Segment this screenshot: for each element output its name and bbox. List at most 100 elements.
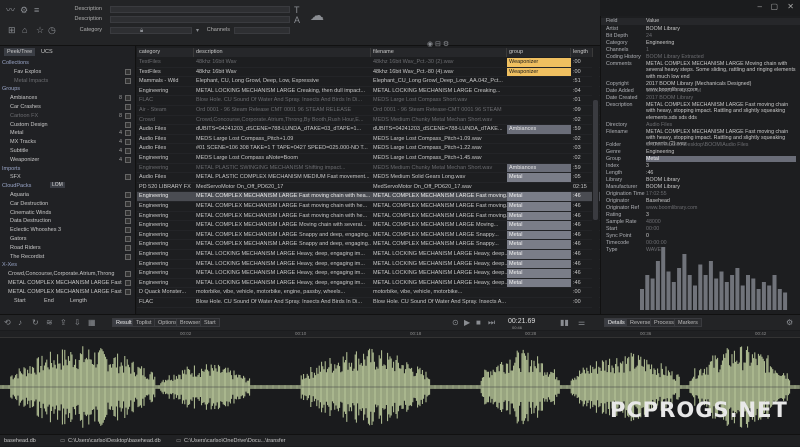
tree-item[interactable]: Car Destruction	[0, 200, 136, 208]
table-row[interactable]: Engineering METAL LOCKING MECHANISM LARGE…	[137, 278, 600, 289]
table-row[interactable]: Engineering METAL LOCKING MECHANISM LARGE…	[137, 250, 600, 260]
tree-item[interactable]: The Recordist	[0, 253, 136, 261]
table-row[interactable]: Audio Files dUBITS=04241203_dSCENE=788-LU…	[137, 125, 600, 135]
metadata-row[interactable]: Description METAL COMPLEX MECHANISM LARGE…	[601, 102, 800, 121]
tree-item[interactable]: Weaponizer 4	[0, 156, 136, 164]
column-header[interactable]: length	[571, 48, 593, 57]
metadata-row[interactable]: Directory Audio Files	[601, 122, 800, 128]
tree-item[interactable]: Collections	[0, 59, 136, 67]
visibility-toggle[interactable]	[125, 121, 131, 128]
menu-icon[interactable]: ≡	[34, 5, 39, 15]
tree-item[interactable]: Aquaria	[0, 191, 136, 199]
visibility-toggle[interactable]	[125, 288, 131, 295]
tag-icon[interactable]: ⌂	[22, 25, 27, 35]
visibility-toggle[interactable]	[125, 200, 131, 207]
visibility-toggle[interactable]	[125, 244, 131, 251]
grid-icon[interactable]: ▦	[88, 318, 96, 328]
volume-icon[interactable]: ♪	[18, 318, 22, 328]
metadata-row[interactable]: Group Metal	[601, 156, 800, 163]
table-row[interactable]: D Quack Monster... motorbike, vibe, vehic…	[137, 288, 600, 298]
repeat-icon[interactable]: ↻	[32, 318, 39, 328]
tree-item[interactable]: Gators	[0, 235, 136, 243]
metadata-row[interactable]: Folder C:\Users\carlso\Desktop\BOOM\Audio…	[601, 142, 800, 148]
metadata-row[interactable]: Rating 3	[601, 212, 800, 218]
tree-item[interactable]: Road Riders	[0, 244, 136, 252]
metadata-row[interactable]: Category Engineering	[601, 40, 800, 46]
table-row[interactable]: Engineering METAL COMPLEX MECHANISM LARGE…	[137, 230, 600, 241]
tree-item[interactable]: Groups	[0, 85, 136, 93]
table-row[interactable]: Engineering METAL PLASTIC SWINGING MECHAN…	[137, 163, 600, 174]
table-scrollbar-thumb[interactable]	[593, 100, 598, 220]
visibility-toggle[interactable]	[125, 139, 131, 146]
visibility-toggle[interactable]	[125, 77, 131, 84]
visibility-toggle[interactable]	[125, 130, 131, 137]
table-row[interactable]: TestFiles 48khz 16bit Wav 48khz 16bit Wav_…	[137, 58, 600, 68]
table-row[interactable]: Crowd Crowd,Concourse,Corporate.Atrium,Th…	[137, 116, 600, 126]
tree-item[interactable]: Data Destruction	[0, 217, 136, 225]
text-style-icon[interactable]: A	[294, 15, 300, 25]
tree-item[interactable]: METAL COMPLEX MECHANISM LARGE Fast	[0, 288, 136, 296]
visibility-toggle[interactable]	[125, 209, 131, 216]
tree-item[interactable]: Cinematic Winds	[0, 209, 136, 217]
table-row[interactable]: Audio Files MEDS Large Lost Compass_Pitch…	[137, 135, 600, 145]
table-row[interactable]: Engineering METAL COMPLEX MECHANISM LARGE…	[137, 240, 600, 250]
visibility-toggle[interactable]	[125, 253, 131, 260]
table-row[interactable]: Engineering METAL COMPLEX MECHANISM LARGE…	[137, 202, 600, 212]
visibility-toggle[interactable]	[125, 174, 131, 181]
metadata-row[interactable]: Coding History BOOM Library Extracted	[601, 54, 800, 60]
skip-icon[interactable]: ⏭︎	[488, 318, 495, 328]
filter-icon[interactable]: ⊞	[8, 25, 16, 35]
visibility-toggle[interactable]	[125, 280, 131, 286]
visibility-toggle[interactable]	[125, 192, 131, 198]
table-row[interactable]: Engineering METAL COMPLEX MECHANISM LARGE…	[137, 221, 600, 231]
tree-item[interactable]: Crowd,Concourse,Corporate.Atrium,Throng	[0, 270, 136, 278]
metadata-row[interactable]: Length:46	[601, 170, 800, 176]
table-row[interactable]: Audio Files METAL PLASTIC COMPLEX MECHANI…	[137, 173, 600, 183]
tree-item[interactable]: X-Xes	[0, 261, 136, 269]
tree-item[interactable]: Metal Impacts	[0, 77, 136, 85]
table-row[interactable]: Engineering MEDS Large Lost Compass aNote…	[137, 154, 600, 164]
visibility-toggle[interactable]	[125, 104, 131, 110]
play-icon[interactable]: ▶	[464, 318, 470, 328]
maximize-icon[interactable]: ▢	[770, 2, 778, 11]
metadata-row[interactable]: Library BOOM Library	[601, 177, 800, 183]
table-row[interactable]: Mammals - Wild Elephant, CU, Long Growl, …	[137, 77, 600, 87]
metadata-row[interactable]: Bit Depth 24	[601, 33, 800, 39]
category-field[interactable]	[110, 27, 192, 34]
visibility-toggle[interactable]	[125, 95, 131, 102]
metadata-row[interactable]: Genre Engineering	[601, 149, 800, 155]
gear-icon[interactable]: ⚙	[786, 318, 793, 328]
metadata-row[interactable]: Filename METAL COMPLEX MECHANISM LARGE Fa…	[601, 129, 800, 148]
table-row[interactable]: TestFiles 48khz 16bit Wav 48khz 16bit Wav_…	[137, 67, 600, 78]
description-field-2[interactable]	[110, 16, 290, 23]
visibility-toggle[interactable]	[125, 218, 131, 225]
tree-item[interactable]: Ambiances 8	[0, 94, 136, 102]
metadata-row[interactable]: Channels 1	[601, 47, 800, 53]
star-icon[interactable]: ☆	[36, 25, 44, 35]
lock-icon[interactable]: 🔒︎	[140, 26, 143, 36]
record-icon[interactable]: ⊙	[452, 318, 459, 328]
stop-icon[interactable]: ■	[476, 318, 481, 328]
visibility-toggle[interactable]	[125, 227, 131, 234]
tab-peek-tree[interactable]: Peek/Tree	[4, 48, 36, 56]
metadata-row[interactable]: Originator Ref www.boomlibrary.com	[601, 205, 800, 211]
eye-icon[interactable]: ◉ ⊟ ⚙	[427, 40, 449, 48]
table-row[interactable]: PD 520 LIBRARY FX MedServoMotor On_Off_PD…	[137, 183, 600, 193]
tree-item[interactable]: Eclectic Whooshes 3	[0, 226, 136, 234]
visibility-toggle[interactable]	[125, 271, 131, 278]
visibility-toggle[interactable]	[125, 236, 131, 242]
metadata-row[interactable]: Date Created 2017 BOOM Library	[601, 95, 800, 101]
close-icon[interactable]: ✕	[787, 2, 794, 11]
table-row[interactable]: Engineering METAL LOCKING MECHANISM LARGE…	[137, 259, 600, 270]
sliders-icon[interactable]: ⚌	[578, 318, 585, 328]
metadata-row[interactable]: Origination Time 17:02:55	[601, 191, 800, 197]
metadata-row[interactable]: Index 3	[601, 163, 800, 169]
visibility-toggle[interactable]	[125, 148, 131, 154]
metadata-row[interactable]: Artist BOOM Library	[601, 26, 800, 32]
tab-ucs[interactable]: UCS	[38, 48, 56, 56]
table-row[interactable]: Engineering METAL COMPLEX MECHANISM LARGE…	[137, 192, 600, 202]
column-header[interactable]: category	[137, 48, 194, 57]
metadata-row[interactable]: Sample Rate 48000	[601, 219, 800, 225]
tree-item[interactable]: MX Tracks 4	[0, 138, 136, 146]
minimize-icon[interactable]: –	[758, 2, 762, 11]
